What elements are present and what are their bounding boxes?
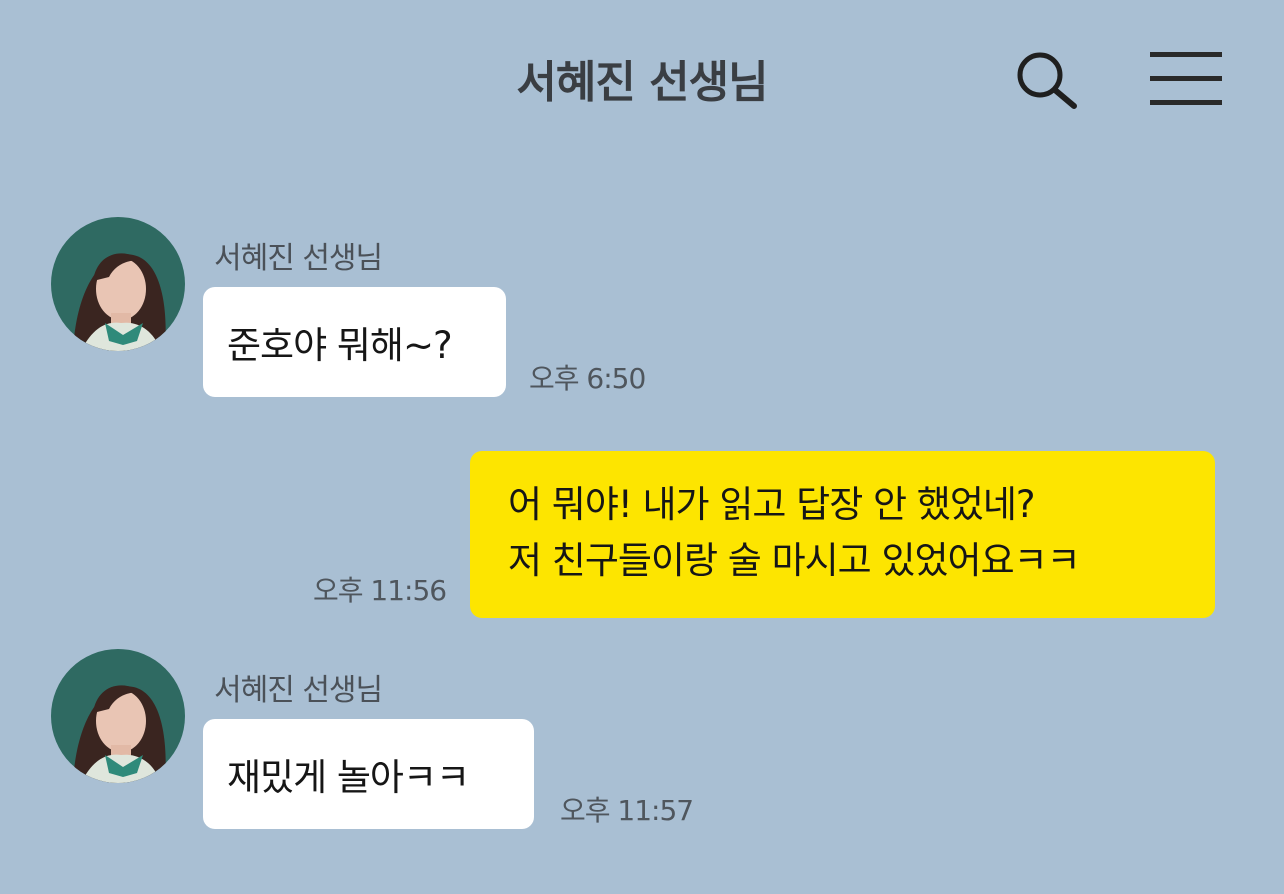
incoming-message-bubble[interactable]: 재밌게 놀아ㅋㅋ <box>203 719 534 829</box>
message-time: 오후 6:50 <box>529 362 646 395</box>
profile-photo-icon <box>51 649 185 783</box>
sender-avatar[interactable] <box>51 217 185 351</box>
message-time: 오후 11:57 <box>560 794 694 827</box>
message-time: 오후 11:56 <box>313 574 447 607</box>
menu-button[interactable] <box>1148 50 1224 108</box>
sender-name: 서혜진 선생님 <box>214 241 383 276</box>
sender-avatar[interactable] <box>51 649 185 783</box>
search-icon <box>1017 52 1077 109</box>
outgoing-message-bubble[interactable]: 어 뭐야! 내가 읽고 답장 안 했었네? 저 친구들이랑 술 마시고 있었어요… <box>470 451 1215 618</box>
sender-name: 서혜진 선생님 <box>214 673 383 708</box>
message-text: 재밌게 놀아ㅋㅋ <box>227 756 470 799</box>
message-text-line: 어 뭐야! 내가 읽고 답장 안 했었네? <box>508 483 1036 526</box>
profile-photo-icon <box>51 217 185 351</box>
incoming-message-bubble[interactable]: 준호야 뭐해~? <box>203 287 506 397</box>
hamburger-menu-icon <box>1150 52 1222 105</box>
chat-title: 서혜진 선생님 <box>516 57 768 108</box>
message-text: 준호야 뭐해~? <box>227 324 453 367</box>
search-button[interactable] <box>1012 48 1080 112</box>
message-text-line: 저 친구들이랑 술 마시고 있었어요ㅋㅋ <box>508 539 1081 582</box>
